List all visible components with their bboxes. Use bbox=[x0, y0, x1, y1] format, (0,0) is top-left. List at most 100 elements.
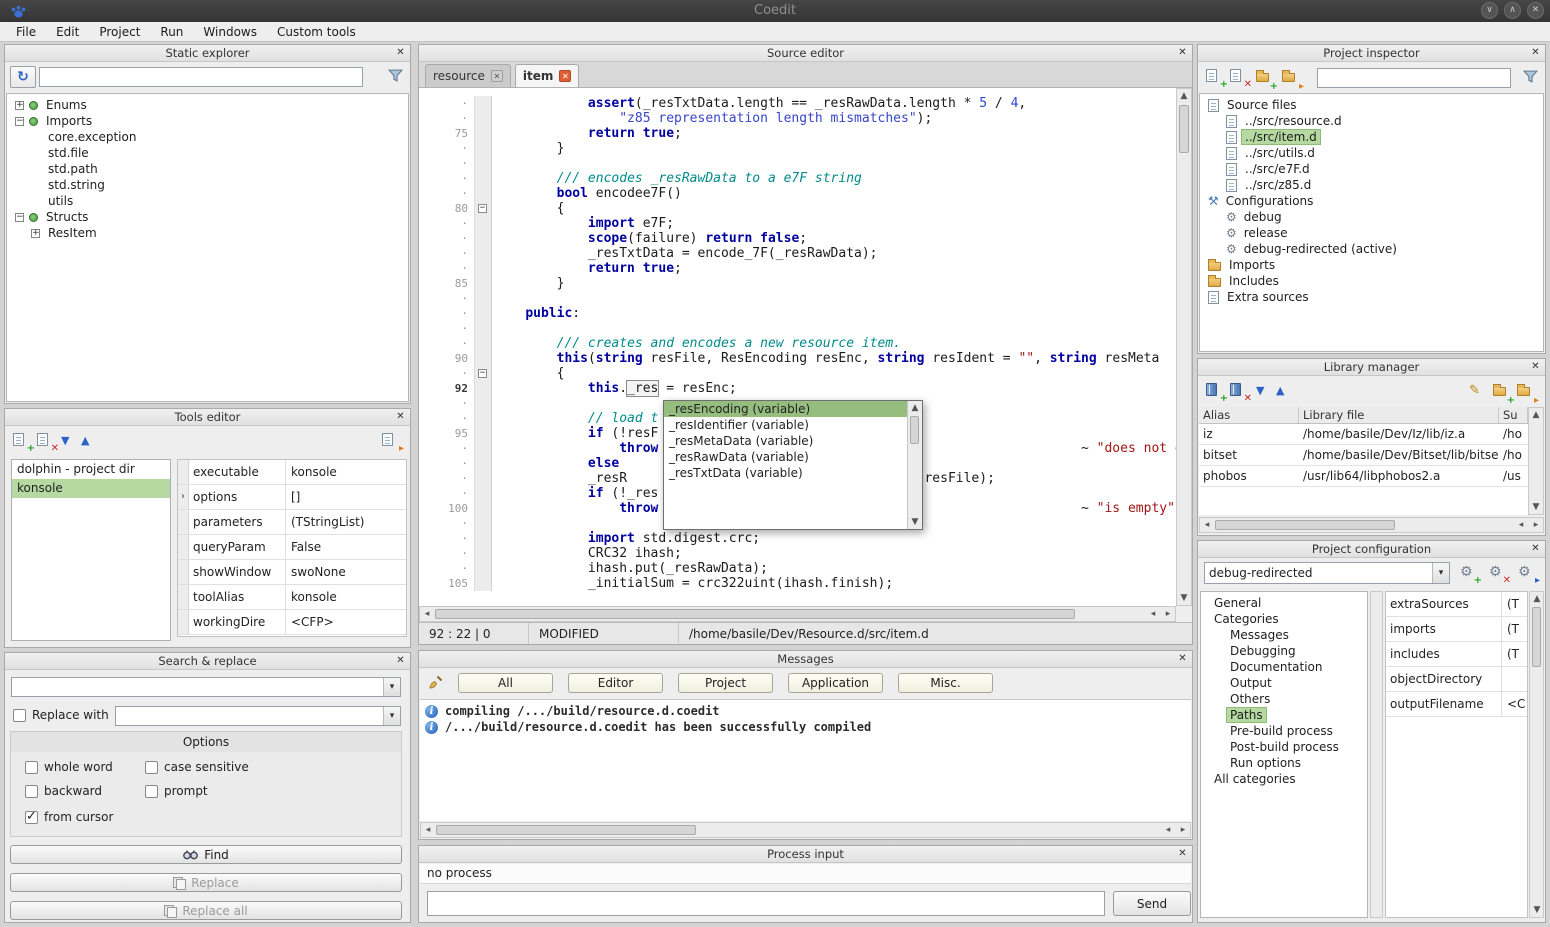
tree-item-debugging[interactable]: Debugging bbox=[1201, 643, 1367, 659]
symbol-filter-input[interactable] bbox=[39, 67, 363, 87]
scroll-right-icon[interactable]: ▸ bbox=[1176, 823, 1190, 837]
replace-all-button[interactable]: Replace all bbox=[10, 901, 402, 920]
tree-item-imports[interactable]: Imports bbox=[1200, 257, 1543, 273]
inspector-filter-input[interactable] bbox=[1317, 68, 1511, 88]
scroll-left-icon[interactable]: ◂ bbox=[1514, 518, 1528, 532]
code-line[interactable]: · ihash.put(_resRawData); bbox=[419, 561, 1176, 576]
property-row-parameters[interactable]: parameters(TStringList) bbox=[178, 510, 406, 535]
tree-item-resitem[interactable]: +ResItem bbox=[7, 225, 408, 241]
tree-item-general[interactable]: General bbox=[1201, 595, 1367, 611]
chevron-down-icon[interactable]: ▾ bbox=[1432, 563, 1449, 583]
message-row[interactable]: i/.../build/resource.d.coedit has been s… bbox=[420, 719, 1191, 735]
tree-item-imports[interactable]: −Imports bbox=[7, 113, 408, 129]
completion-item[interactable]: _resRawData (variable) bbox=[664, 449, 907, 465]
close-icon[interactable]: ✕ bbox=[394, 410, 407, 423]
close-window-icon[interactable]: ✕ bbox=[1527, 2, 1544, 19]
config-property-extrasources[interactable]: extraSources(T bbox=[1386, 592, 1527, 617]
checkbox-box[interactable] bbox=[25, 785, 38, 798]
property-row-workingdire[interactable]: workingDire<CFP> bbox=[178, 610, 406, 635]
process-input-header[interactable]: Process input ✕ bbox=[419, 846, 1192, 863]
move-tool-down-button[interactable]: ▼ bbox=[61, 433, 79, 449]
scroll-down-icon[interactable]: ▼ bbox=[1530, 903, 1544, 917]
filter-funnel-icon[interactable] bbox=[388, 68, 406, 86]
code-line[interactable]: 85 } bbox=[419, 276, 1176, 291]
tab-item[interactable]: item✕ bbox=[515, 64, 580, 87]
close-icon[interactable]: ✕ bbox=[1529, 46, 1542, 59]
search-replace-header[interactable]: Search & replace ✕ bbox=[5, 653, 410, 670]
tree-item-documentation[interactable]: Documentation bbox=[1201, 659, 1367, 675]
find-button[interactable]: Find bbox=[10, 845, 402, 864]
config-property-imports[interactable]: imports(T bbox=[1386, 617, 1527, 642]
filter-button-all[interactable]: All bbox=[458, 673, 553, 693]
scroll-left-icon[interactable]: ◂ bbox=[1200, 518, 1214, 532]
maximize-icon[interactable]: ∧ bbox=[1504, 2, 1521, 19]
code-line[interactable]: · "z85 representation length mismatches"… bbox=[419, 111, 1176, 126]
tree-item-configurations[interactable]: ⚒Configurations bbox=[1200, 193, 1543, 209]
scrollbar-thumb[interactable] bbox=[436, 825, 696, 835]
checkbox-box[interactable] bbox=[25, 761, 38, 774]
tree-item-std-file[interactable]: std.file bbox=[7, 145, 408, 161]
code-line[interactable]: · import std.digest.crc; bbox=[419, 531, 1176, 546]
library-vertical-scrollbar[interactable]: ▲ ▼ bbox=[1528, 407, 1544, 515]
menu-item-windows[interactable]: Windows bbox=[193, 23, 267, 41]
property-value[interactable]: (T bbox=[1502, 617, 1527, 641]
close-icon[interactable]: ✕ bbox=[1529, 360, 1542, 373]
library-from-folder-button[interactable]: + bbox=[1493, 385, 1511, 401]
code-line[interactable]: · bbox=[419, 291, 1176, 306]
menu-item-file[interactable]: File bbox=[6, 23, 46, 41]
property-row-queryparam[interactable]: queryParamFalse bbox=[178, 535, 406, 560]
tree-item-includes[interactable]: Includes bbox=[1200, 273, 1543, 289]
open-folder-button[interactable]: ▸ bbox=[1282, 71, 1300, 87]
scrollbar-thumb[interactable] bbox=[435, 609, 1075, 619]
code-line[interactable]: · /// encodes _resRawData to a e7F strin… bbox=[419, 171, 1176, 186]
remove-configuration-button[interactable]: ⚙✕ bbox=[1489, 565, 1507, 581]
column-header-su[interactable]: Su bbox=[1499, 407, 1528, 423]
library-row-iz[interactable]: iz/home/basile/Dev/Iz/lib/iz.a/ho bbox=[1199, 424, 1528, 445]
minimize-icon[interactable]: ∨ bbox=[1481, 2, 1498, 19]
property-value[interactable]: swoNone bbox=[286, 560, 406, 584]
property-value[interactable] bbox=[1502, 667, 1527, 691]
config-property-objectdirectory[interactable]: objectDirectory bbox=[1386, 667, 1527, 692]
expander-icon[interactable]: + bbox=[31, 229, 40, 238]
code-line[interactable]: · /// creates and encodes a new resource… bbox=[419, 336, 1176, 351]
scrollbar-thumb[interactable] bbox=[1179, 105, 1189, 153]
remove-tool-button[interactable]: ✕ bbox=[37, 433, 55, 449]
scroll-up-icon[interactable]: ▲ bbox=[1530, 592, 1544, 606]
close-icon[interactable]: ✕ bbox=[394, 654, 407, 667]
checkbox-case-sensitive[interactable]: case sensitive bbox=[145, 760, 249, 774]
code-line[interactable]: 105 _initialSum = crc322uint(ihash.finis… bbox=[419, 576, 1176, 591]
categories-scrollbar[interactable] bbox=[1370, 591, 1383, 918]
library-row-phobos[interactable]: phobos/usr/lib64/libphobos2.a/us bbox=[1199, 466, 1528, 487]
fold-marker-icon[interactable]: − bbox=[478, 204, 487, 213]
code-line[interactable]: · } bbox=[419, 141, 1176, 156]
list-item-dolphin-project-dir[interactable]: dolphin - project dir bbox=[12, 460, 170, 479]
scroll-right-icon[interactable]: ▸ bbox=[1161, 607, 1175, 621]
replace-with-check[interactable]: Replace with bbox=[13, 708, 109, 722]
scrollbar-thumb[interactable] bbox=[1215, 520, 1395, 530]
property-value[interactable]: <CFP> bbox=[286, 610, 406, 634]
scroll-left-icon[interactable]: ◂ bbox=[421, 823, 435, 837]
code-line[interactable]: 75 return true; bbox=[419, 126, 1176, 141]
property-row-toolalias[interactable]: toolAliaskonsole bbox=[178, 585, 406, 610]
tree-item-release[interactable]: ⚙release bbox=[1200, 225, 1543, 241]
replace-with-combobox[interactable]: ▾ bbox=[115, 706, 401, 726]
code-line[interactable]: · bbox=[419, 156, 1176, 171]
close-icon[interactable]: ✕ bbox=[1176, 652, 1189, 665]
add-folder-button[interactable]: + bbox=[1256, 71, 1274, 87]
remove-source-button[interactable]: ✕ bbox=[1230, 69, 1248, 85]
clone-configuration-button[interactable]: ⚙▸ bbox=[1518, 565, 1536, 581]
completion-scrollbar[interactable]: ▲ ▼ bbox=[907, 401, 922, 529]
code-line[interactable]: · _resTxtData = encode_7F(_resRawData); bbox=[419, 246, 1176, 261]
checkbox-backward[interactable]: backward bbox=[25, 784, 102, 798]
completion-item[interactable]: _resMetaData (variable) bbox=[664, 433, 907, 449]
tree-item-post-build-process[interactable]: Post-build process bbox=[1201, 739, 1367, 755]
tree-item-run-options[interactable]: Run options bbox=[1201, 755, 1367, 771]
property-value[interactable]: (T bbox=[1502, 592, 1527, 616]
tree-item-pre-build-process[interactable]: Pre-build process bbox=[1201, 723, 1367, 739]
library-manager-header[interactable]: Library manager ✕ bbox=[1198, 359, 1545, 376]
message-row[interactable]: icompiling /.../build/resource.d.coedit bbox=[420, 703, 1191, 719]
menu-item-edit[interactable]: Edit bbox=[46, 23, 89, 41]
tree-item-debug-redirected-active[interactable]: ⚙debug-redirected (active) bbox=[1200, 241, 1543, 257]
filter-button-application[interactable]: Application bbox=[788, 673, 883, 693]
column-header-library-file[interactable]: Library file bbox=[1299, 407, 1499, 423]
